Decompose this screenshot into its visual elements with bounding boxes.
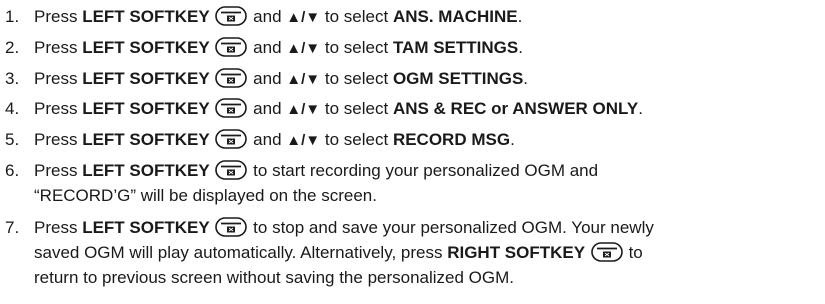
step-number: 6.	[5, 161, 20, 180]
step-text: Press LEFT SOFTKEY and ▲/▼ to select ANS…	[34, 98, 643, 118]
softkey-icon	[215, 98, 247, 118]
step-text: Press LEFT SOFTKEY and ▲/▼ to select TAM…	[34, 37, 523, 57]
step-text: Press LEFT SOFTKEY and ▲/▼ to select REC…	[34, 129, 515, 149]
step-text: Press LEFT SOFTKEY to stop and save your…	[34, 217, 654, 237]
step-text: Press LEFT SOFTKEY and ▲/▼ to select ANS…	[34, 6, 523, 26]
step-number: 5.	[5, 130, 20, 149]
key-name: LEFT SOFTKEY	[82, 69, 210, 88]
key-name: RIGHT SOFTKEY	[447, 243, 586, 262]
step-number: 4.	[5, 99, 20, 118]
softkey-icon	[215, 37, 247, 57]
key-name: LEFT SOFTKEY	[82, 218, 210, 237]
up-down-arrows-icon: ▲/▼	[286, 71, 321, 88]
instruction-list: 1. Press LEFT SOFTKEY and ▲/▼ to select …	[0, 0, 825, 304]
softkey-icon	[215, 217, 247, 237]
key-name: LEFT SOFTKEY	[82, 130, 210, 149]
step-number: 7.	[5, 218, 20, 237]
key-name: LEFT SOFTKEY	[82, 38, 210, 57]
step-number: 3.	[5, 69, 20, 88]
softkey-icon	[215, 160, 247, 180]
softkey-icon	[215, 68, 247, 88]
up-down-arrows-icon: ▲/▼	[286, 40, 321, 57]
key-name: LEFT SOFTKEY	[82, 7, 210, 26]
up-down-arrows-icon: ▲/▼	[286, 101, 321, 118]
menu-target: ANS & REC or ANSWER ONLY	[392, 99, 639, 118]
menu-target: ANS. MACHINE	[392, 7, 518, 26]
softkey-icon	[215, 129, 247, 149]
step-text: Press LEFT SOFTKEY and ▲/▼ to select OGM…	[34, 68, 529, 88]
step-number: 2.	[5, 38, 20, 57]
key-name: LEFT SOFTKEY	[82, 99, 210, 118]
key-name: LEFT SOFTKEY	[82, 161, 210, 180]
menu-target: OGM SETTINGS	[392, 69, 524, 88]
up-down-arrows-icon: ▲/▼	[286, 9, 321, 26]
softkey-icon	[215, 6, 247, 26]
softkey-icon	[591, 242, 623, 262]
menu-target: RECORD MSG	[392, 130, 511, 149]
step-text: Press LEFT SOFTKEY to start recording yo…	[34, 160, 599, 180]
step-number: 1.	[5, 7, 20, 26]
up-down-arrows-icon: ▲/▼	[286, 132, 321, 149]
menu-target: TAM SETTINGS	[392, 38, 519, 57]
